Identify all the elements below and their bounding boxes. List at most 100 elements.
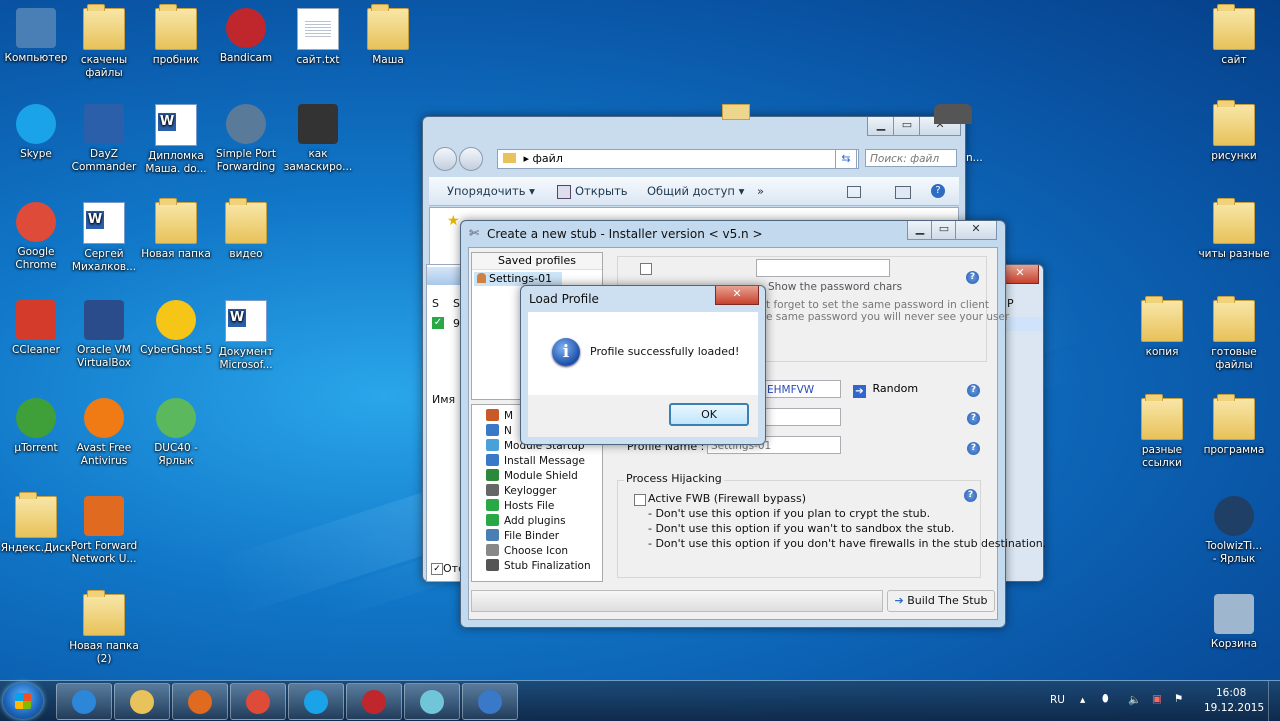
desktop-icon-downloads[interactable]: скачены файлы [68, 4, 140, 80]
ok-button[interactable]: OK [669, 403, 749, 426]
desktop-icon-simpleport[interactable]: Simple Port Forwarding [210, 104, 282, 174]
random-button[interactable]: ➔ Random [853, 382, 918, 398]
tree-item[interactable]: M [486, 409, 513, 422]
desktop-icon-utorrent[interactable]: µTorrent [0, 398, 72, 455]
help-icon[interactable]: ? [931, 184, 945, 198]
desktop-icon-cyberghost[interactable]: CyberGhost 5 [140, 300, 212, 357]
text-field[interactable] [763, 408, 841, 426]
tree-item[interactable]: Add plugins [486, 514, 566, 527]
taskbar-button-explorer[interactable] [114, 683, 170, 720]
close-button[interactable]: ✕ [1001, 265, 1039, 284]
media-player-icon [188, 690, 212, 714]
build-stub-button[interactable]: ➔ Build The Stub [887, 590, 995, 612]
desktop-icon-cheats[interactable]: читы разные [1198, 198, 1270, 261]
tray-expand-icon[interactable]: ▴ [1080, 694, 1085, 706]
close-button[interactable]: ✕ [955, 221, 997, 240]
desktop-icon-newfolder[interactable]: Новая папка [140, 198, 212, 261]
desktop-icon-newfolder2[interactable]: Новая папка (2) [68, 590, 140, 666]
tree-item[interactable]: Choose Icon [486, 544, 568, 557]
help-icon[interactable]: ? [967, 384, 980, 397]
taskbar-button-media[interactable] [172, 683, 228, 720]
desktop-icon-site[interactable]: сайт [1198, 4, 1270, 67]
word-doc-icon [83, 202, 125, 244]
tree-item[interactable]: Module Shield [486, 469, 578, 482]
desktop-icon-kak[interactable]: как замаскиро... [282, 104, 354, 174]
desktop-icon-diploma[interactable]: Дипломка Маша. do... [140, 104, 212, 176]
desktop-icon-duc[interactable]: DUC40 - Ярлык [140, 398, 212, 468]
desktop-icon-bandicam[interactable]: Bandicam [210, 8, 282, 65]
desktop-icon-ready[interactable]: готовые файлы [1198, 296, 1270, 372]
minimize-button[interactable]: ▁ [907, 221, 933, 240]
refresh-button[interactable]: ⇆ [835, 149, 857, 169]
left-list-pane[interactable]: S S ✓ 9 Имя ✓ Отс [426, 264, 464, 582]
desktop-icon-program[interactable]: программа [1198, 394, 1270, 457]
maximize-button[interactable]: ▭ [893, 117, 921, 136]
search-input[interactable]: Поиск: файл [865, 149, 957, 167]
desktop-icon-site-txt[interactable]: сайт.txt [282, 8, 354, 67]
desktop-icon-toolwiz[interactable]: ToolwizTi... - Ярлык [1198, 496, 1270, 566]
close-button[interactable]: ✕ [715, 286, 759, 305]
tree-item[interactable]: Hosts File [486, 499, 554, 512]
organize-button[interactable]: Упорядочить ▾ [447, 184, 535, 198]
mutex-field[interactable]: EHMFVW [763, 380, 841, 398]
password-field[interactable] [756, 259, 890, 277]
volume-icon[interactable]: 🔈 [1128, 693, 1141, 706]
desktop-icon-sergey[interactable]: Сергей Михалков... [68, 202, 140, 274]
back-button[interactable] [433, 147, 457, 171]
open-button[interactable]: Открыть [575, 184, 628, 198]
start-button[interactable] [3, 683, 43, 719]
help-icon[interactable]: ? [964, 489, 977, 502]
flag-icon[interactable]: ⚑ [1174, 693, 1183, 705]
desktop-icon-masha[interactable]: Маша [352, 4, 424, 67]
language-indicator[interactable]: RU [1050, 694, 1065, 706]
taskbar-button-ie[interactable] [56, 683, 112, 720]
maximize-button[interactable]: ▭ [931, 221, 957, 240]
tree-item[interactable]: File Binder [486, 529, 559, 542]
profile-item[interactable]: Settings-01 [474, 272, 562, 286]
tray-app-icon[interactable]: ⬮ [1102, 693, 1109, 706]
desktop-icon-computer[interactable]: Компьютер [0, 8, 72, 65]
taskbar-button-njrat[interactable] [462, 683, 518, 720]
desktop-icon-portforward[interactable]: Port Forward Network U... [68, 496, 140, 566]
desktop-icon-probnik[interactable]: пробник [140, 4, 212, 67]
tree-item[interactable]: N [486, 424, 512, 437]
desktop-icon-skype[interactable]: Skype [0, 104, 72, 161]
desktop-icon-virtualbox[interactable]: Oracle VM VirtualBox [68, 300, 140, 370]
desktop-icon-yadisk[interactable]: Яндекс.Диск [0, 492, 72, 555]
desktop-icon-recycle[interactable]: Корзина [1198, 594, 1270, 651]
desktop-icon-video[interactable]: видео [210, 198, 282, 261]
help-icon[interactable]: ? [967, 412, 980, 425]
minimize-button[interactable]: ▁ [867, 117, 895, 136]
desktop-icon-links[interactable]: разные ссылки [1126, 394, 1198, 470]
tree-item[interactable]: Install Message [486, 454, 585, 467]
more-commands-button[interactable]: » [757, 184, 764, 198]
desktop-icon-avast[interactable]: Avast Free Antivirus [68, 398, 140, 468]
taskbar-button-chrome[interactable] [230, 683, 286, 720]
preview-pane-icon[interactable] [895, 186, 911, 199]
clock-date[interactable]: 19.12.2015 [1204, 702, 1264, 714]
desktop-icon-ccleaner[interactable]: CCleaner [0, 300, 72, 357]
tree-item[interactable]: Stub Finalization [486, 559, 591, 572]
fwb-checkbox[interactable] [634, 494, 646, 506]
desktop-icon-pics[interactable]: рисунки [1198, 100, 1270, 163]
forward-button[interactable] [459, 147, 483, 171]
share-button[interactable]: Общий доступ ▾ [647, 184, 744, 198]
taskbar-button-bandicam[interactable] [346, 683, 402, 720]
help-icon[interactable]: ? [966, 271, 979, 284]
load-profile-dialog[interactable]: Load Profile ✕ i Profile successfully lo… [520, 285, 766, 445]
clock-time[interactable]: 16:08 [1216, 687, 1246, 699]
show-password-checkbox[interactable] [640, 263, 652, 275]
tree-item[interactable]: Keylogger [486, 484, 557, 497]
taskbar-button-tool[interactable] [404, 683, 460, 720]
address-bar[interactable]: ▸ файл ▾ [497, 149, 859, 169]
bottom-checkbox[interactable]: ✓ [431, 563, 443, 575]
desktop-icon-copy[interactable]: копия [1126, 296, 1198, 359]
desktop-icon-chrome[interactable]: Google Chrome [0, 202, 72, 272]
view-icon[interactable] [847, 186, 861, 198]
desktop-icon-msdoc[interactable]: Документ Microsof... [210, 300, 282, 372]
taskbar-button-skype[interactable] [288, 683, 344, 720]
network-icon[interactable]: ▣ [1152, 693, 1162, 705]
show-desktop-button[interactable] [1268, 681, 1280, 721]
desktop-icon-dayz[interactable]: DayZ Commander [68, 104, 140, 174]
help-icon[interactable]: ? [967, 442, 980, 455]
